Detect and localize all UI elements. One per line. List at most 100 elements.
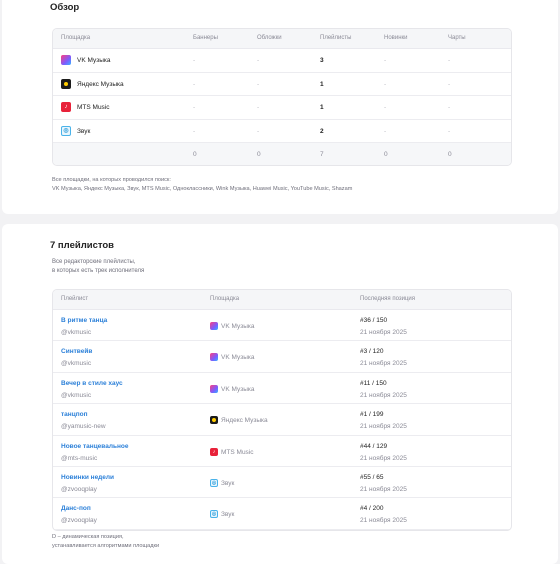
playlist-date: 21 ноября 2025 [360,391,407,399]
count-new: - [384,80,387,88]
overview-title: Обзор [50,2,80,13]
col-new-header: Новинки [384,35,408,41]
playlist-position: #4 / 200 [360,505,384,513]
overview-card: Обзор Площадка Баннеры Обложки Плейлисты… [2,0,558,214]
mts-music-icon: ♪ [61,102,71,112]
total-playlists: 7 [320,151,324,158]
count-banners: - [193,80,196,88]
playlist-link[interactable]: Новое танцевальное [61,443,128,450]
playlist-row: Синтвейв @vkmusic VK Музыка #3 / 120 21 нояб… [53,341,511,373]
playlist-handle: @vkmusic [61,391,92,399]
playlist-row: Вечер в стиле хаус @vkmusic VK Музыка #11 /… [53,373,511,405]
playlist-row: Новинки недели @zvooqplay ◎ Звук #55 / 65 21 … [53,467,511,499]
yandex-music-icon [210,416,218,425]
platform-name: Звук [77,127,91,135]
playlist-handle: @zvooqplay [61,485,97,493]
playlist-link[interactable]: Синтвейв [61,348,92,355]
count-playlists: 1 [320,104,324,111]
playlist-row: Новое танцевальное @mts-music ♪ MTS Music #4… [53,436,511,467]
playlist-handle: @yamusic-new [61,423,106,431]
count-banners: - [193,127,196,135]
playlist-date: 21 ноября 2025 [360,329,407,336]
count-covers: - [257,80,260,88]
vk-music-icon [61,55,71,65]
platform-row: Яндекс Музыка - - 1 - - [53,73,511,96]
col-playlists-header: Плейлисты [320,35,352,41]
playlist-position: #44 / 129 [360,442,388,450]
playlist-link[interactable]: танцпоп [61,411,88,418]
platform-name: Яндекс Музыка [77,80,124,88]
count-new: - [384,104,387,111]
col-covers-header: Обложки [257,35,282,41]
playlist-position: #36 / 150 [360,317,388,324]
overview-note: Все площадки, на которых проводился поис… [52,176,352,194]
overview-note-line1: Все площадки, на которых проводился поис… [52,177,171,183]
total-new: 0 [384,151,388,158]
playlist-platform: VK Музыка [221,385,255,393]
mts-music-icon: ♪ [210,447,218,456]
playlist-link[interactable]: Новинки недели [61,474,114,481]
playlist-position: #55 / 65 [360,473,384,481]
count-covers: - [257,104,260,111]
playlist-position: #1 / 199 [360,411,384,419]
playlist-platform: Звук [221,479,235,487]
playlist-platform: Яндекс Музыка [221,417,268,425]
zvuk-icon: ◎ [61,125,71,136]
playlist-handle: @zvooqplay [61,517,97,525]
playlists-note-line2: устанавливается алгоритмами площадки [52,543,160,549]
count-new: - [384,127,387,135]
playlist-row: Данс-поп @zvooqplay ◎ Звук #4 / 200 21 ноября… [53,498,511,530]
col-playlist-header: Плейлист [61,296,89,302]
playlist-handle: @vkmusic [61,329,92,336]
playlist-row: танцпоп @yamusic-new Яндекс Музыка #1 / 199… [53,404,511,436]
playlist-position: #11 / 150 [360,379,387,387]
playlist-handle: @vkmusic [61,360,92,368]
platform-row: ◎ Звук - - 2 - - [53,120,511,143]
platform-row: VK Музыка - - 3 - - [53,49,511,73]
playlist-link[interactable]: Данс-поп [61,505,91,512]
playlist-row: В ритме танца @vkmusic VK Музыка #36 / 150 2… [53,310,511,342]
count-charts: - [448,80,451,88]
count-playlists: 1 [320,80,324,88]
total-covers: 0 [257,151,261,158]
count-playlists: 2 [320,127,324,135]
overview-table-header: Площадка Баннеры Обложки Плейлисты Новин… [53,29,511,49]
vk-music-icon [210,322,218,330]
playlist-link[interactable]: В ритме танца [61,317,107,324]
playlists-card: 7 плейлистов Все редакторские плейлисты,… [2,224,558,564]
playlist-platform: MTS Music [221,448,254,456]
col-platform-header: Площадка [210,296,240,302]
playlist-date: 21 ноября 2025 [360,454,407,462]
playlist-platform: VK Музыка [221,354,255,362]
count-new: - [384,57,387,64]
playlists-subtitle-line2: в которых есть трек исполнителя [52,268,145,274]
playlists-subtitle: Все редакторские плейлисты, в которых ес… [52,258,144,276]
col-position-header: Последняя позиция [360,296,415,302]
playlist-date: 21 ноября 2025 [360,517,407,525]
total-charts: 0 [448,151,452,158]
vk-music-icon [210,384,218,393]
overview-table: Площадка Баннеры Обложки Плейлисты Новин… [52,28,512,166]
playlists-subtitle-line1: Все редакторские плейлисты, [52,259,136,265]
count-banners: - [193,104,196,111]
count-charts: - [448,104,451,111]
overview-note-line2: VK Музыка, Яндекс Музыка, Звук, MTS Musi… [52,186,353,192]
playlists-table: Плейлист Площадка Последняя позиция В ри… [52,289,512,531]
playlists-note-line1: D – динамическая позиция, [52,534,124,540]
col-charts-header: Чарты [448,35,466,41]
count-charts: - [448,57,451,64]
zvuk-icon: ◎ [210,510,218,519]
playlist-position: #3 / 120 [360,348,384,356]
count-covers: - [257,127,260,135]
count-covers: - [257,57,260,64]
playlist-platform: Звук [221,511,235,519]
total-banners: 0 [193,151,197,158]
playlist-platform: VK Музыка [221,323,255,330]
playlist-date: 21 ноября 2025 [360,360,407,368]
zvuk-icon: ◎ [210,478,218,487]
playlists-title: 7 плейлистов [50,240,115,251]
col-platform-header: Площадка [61,35,91,41]
playlists-table-header: Плейлист Площадка Последняя позиция [53,290,511,310]
playlist-link[interactable]: Вечер в стиле хаус [61,380,123,387]
playlist-date: 21 ноября 2025 [360,423,407,431]
